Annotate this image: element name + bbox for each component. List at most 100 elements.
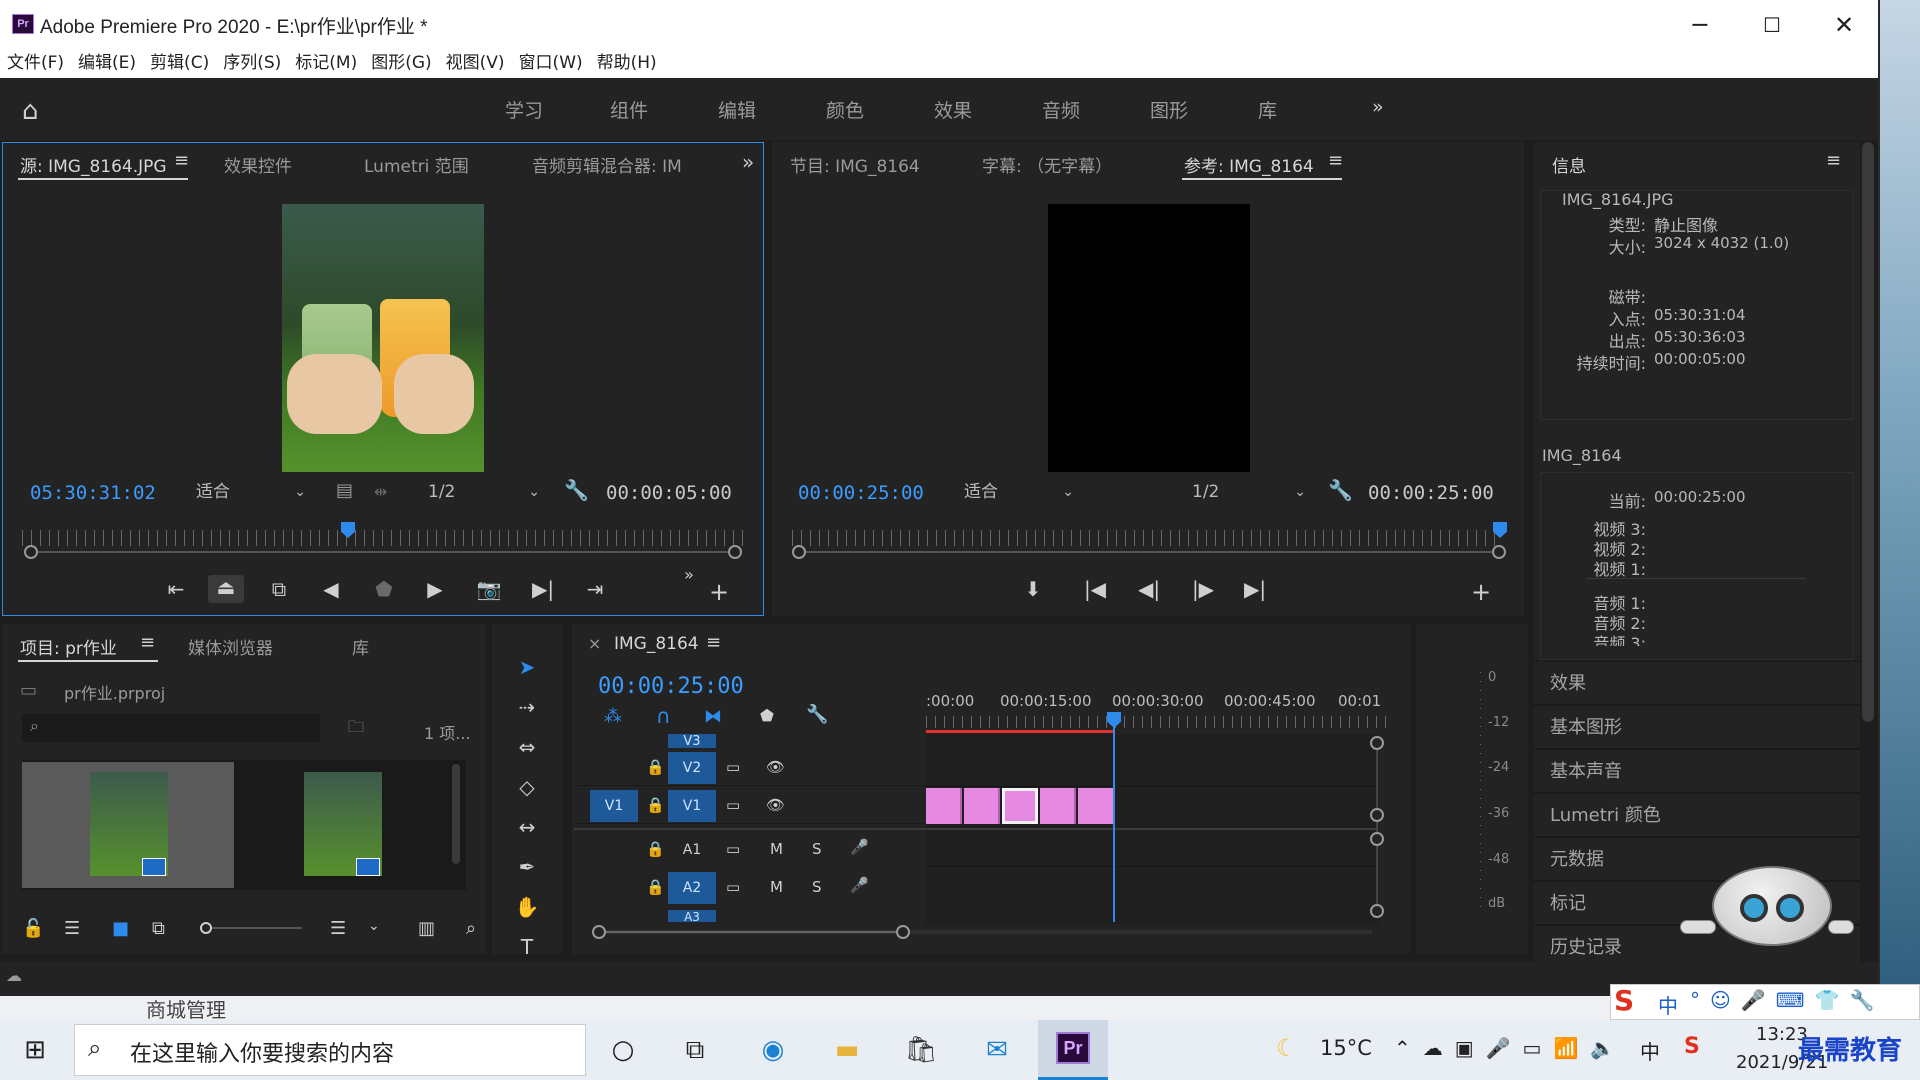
tab-program[interactable]: 节目: IMG_8164 — [790, 152, 920, 177]
sync-lock-icon[interactable]: ▭ — [726, 840, 740, 858]
type-tool-icon[interactable]: T — [512, 932, 542, 962]
panel-essential-graphics[interactable]: 基本图形 — [1534, 706, 1860, 750]
menu-graphics[interactable]: 图形(G) — [364, 50, 438, 76]
program-zoom-bar[interactable] — [800, 551, 1498, 553]
lock-icon[interactable]: 🔒 — [646, 796, 665, 814]
program-resolution-dropdown[interactable]: 1/2 ⌄ — [1184, 480, 1310, 504]
workspace-learn[interactable]: 学习 — [505, 96, 543, 123]
zoom-slider-handle[interactable] — [200, 922, 212, 934]
step-forward-icon[interactable]: ▶| — [526, 577, 560, 601]
chevron-down-icon[interactable]: ⌄ — [368, 918, 380, 934]
list-view-icon[interactable]: ☰ — [64, 918, 80, 939]
timeline-zoom-bar[interactable] — [598, 931, 904, 933]
workspace-libraries[interactable]: 库 — [1258, 96, 1277, 123]
cortana-icon[interactable]: ○ — [600, 1028, 646, 1072]
panel-menu-icon[interactable]: ≡ — [174, 150, 189, 171]
timeline-clip[interactable] — [964, 788, 1000, 824]
zoom-handle-left[interactable] — [592, 925, 606, 939]
step-forward-icon[interactable]: |▶ — [1186, 577, 1220, 601]
nest-icon[interactable]: ⁂ — [604, 706, 622, 727]
automate-icon[interactable]: ▥ — [418, 918, 435, 939]
tab-lumetri-scopes[interactable]: Lumetri 范围 — [364, 152, 469, 177]
ime-tools-icons[interactable]: °☺🎤⌨👕🔧 — [1690, 988, 1884, 1012]
close-tab-icon[interactable]: × — [588, 634, 601, 653]
weather-temperature[interactable]: 15°C — [1320, 1036, 1372, 1060]
tab-media-browser[interactable]: 媒体浏览器 — [188, 634, 273, 659]
workspace-color[interactable]: 颜色 — [826, 96, 864, 123]
menu-window[interactable]: 窗口(W) — [512, 50, 590, 76]
close-button[interactable]: ✕ — [1814, 10, 1874, 40]
mute-button[interactable]: M — [770, 840, 783, 858]
zoom-handle-left[interactable] — [24, 545, 38, 559]
mail-icon[interactable]: ✉ — [974, 1028, 1020, 1072]
file-explorer-icon[interactable]: ▬ — [824, 1028, 870, 1072]
weather-moon-icon[interactable]: ☾ — [1276, 1034, 1298, 1062]
microphone-icon[interactable]: 🎤 — [850, 876, 869, 894]
lift-marker-icon[interactable]: ⬇ — [1016, 577, 1050, 601]
project-item-sequence[interactable] — [304, 772, 382, 876]
timeline-ruler[interactable] — [926, 716, 1386, 728]
export-frame-icon[interactable]: 📷 — [472, 577, 506, 601]
track-v1-target[interactable]: V1 — [668, 790, 716, 822]
windows-start-icon[interactable]: ⊞ — [12, 1028, 58, 1072]
scroll-handle[interactable] — [1370, 736, 1384, 750]
razor-tool-icon[interactable]: ◇ — [512, 772, 542, 802]
menu-file[interactable]: 文件(F) — [0, 50, 71, 76]
workspace-overflow-icon[interactable]: » — [1372, 96, 1384, 118]
go-to-out-icon[interactable]: ▶| — [1238, 577, 1272, 601]
tabs-overflow-icon[interactable]: » — [742, 150, 754, 174]
pen-tool-icon[interactable]: ✒ — [512, 852, 542, 882]
zoom-handle-right[interactable] — [1492, 545, 1506, 559]
program-fit-dropdown[interactable]: 适合 ⌄ — [954, 480, 1078, 504]
zoom-handle-right[interactable] — [728, 545, 742, 559]
program-time-ruler[interactable] — [792, 530, 1502, 546]
right-scrollbar[interactable] — [1862, 142, 1874, 722]
timeline-timecode[interactable]: 00:00:25:00 — [598, 674, 744, 699]
menu-help[interactable]: 帮助(H) — [590, 50, 664, 76]
tab-project[interactable]: 项目: pr作业 — [20, 634, 117, 659]
source-fit-dropdown[interactable]: 适合 ⌄ — [186, 480, 310, 504]
snap-magnet-icon[interactable]: ∩ — [656, 704, 671, 728]
step-back-icon[interactable]: ◀ — [314, 577, 348, 601]
track-v3-target[interactable]: V3 — [668, 734, 716, 748]
overwrite-clip-icon[interactable]: ⧉ — [262, 577, 296, 601]
solo-button[interactable]: S — [812, 840, 822, 858]
panel-menu-icon[interactable]: ≡ — [1328, 150, 1343, 171]
mute-button[interactable]: M — [770, 878, 783, 896]
tab-reference[interactable]: 参考: IMG_8164 — [1184, 152, 1314, 177]
menu-edit[interactable]: 编辑(E) — [71, 50, 143, 76]
menu-sequence[interactable]: 序列(S) — [216, 50, 288, 76]
go-to-in-icon[interactable]: |◀ — [1078, 577, 1112, 601]
timeline-clip[interactable] — [1040, 788, 1076, 824]
premiere-taskbar-button[interactable]: Pr — [1038, 1020, 1108, 1080]
timeline-v-scroll[interactable] — [1376, 736, 1378, 916]
mark-in-icon[interactable]: ⇤ — [159, 577, 193, 601]
menu-clip[interactable]: 剪辑(C) — [143, 50, 216, 76]
source-zoom-bar[interactable] — [30, 551, 736, 553]
add-button-icon[interactable]: + — [702, 578, 736, 606]
minimize-button[interactable]: ─ — [1670, 10, 1730, 40]
add-marker-icon[interactable]: ⬟ — [760, 706, 774, 725]
icon-view-icon[interactable]: ■ — [112, 918, 129, 939]
ripple-edit-tool-icon[interactable]: ⇔ — [512, 732, 542, 762]
sync-settings-icon[interactable]: ☁ — [6, 966, 22, 985]
panel-essential-sound[interactable]: 基本声音 — [1534, 750, 1860, 794]
add-button-icon[interactable]: + — [1464, 578, 1498, 606]
zoom-slider-track[interactable] — [212, 927, 302, 929]
eye-icon[interactable]: 👁 — [766, 796, 785, 814]
tab-source[interactable]: 源: IMG_8164.JPG — [20, 152, 167, 177]
sogou-tray-icon[interactable]: S — [1684, 1034, 1700, 1059]
edge-browser-icon[interactable]: ◉ — [750, 1028, 796, 1072]
marker-icon[interactable]: ⬟ — [367, 577, 401, 601]
track-a1-target[interactable]: A1 — [668, 834, 716, 866]
tab-effect-controls[interactable]: 效果控件 — [224, 152, 292, 177]
track-select-tool-icon[interactable]: ⇢ — [512, 692, 542, 722]
scroll-handle[interactable] — [1370, 808, 1384, 822]
lock-icon[interactable]: 🔓 — [22, 918, 44, 939]
zoom-handle-right[interactable] — [896, 925, 910, 939]
eye-icon[interactable]: 👁 — [766, 758, 785, 776]
panel-lumetri-color[interactable]: Lumetri 颜色 — [1534, 794, 1860, 838]
store-icon[interactable]: 🛍 — [898, 1028, 944, 1072]
workspace-audio[interactable]: 音频 — [1042, 96, 1080, 123]
panel-effects[interactable]: 效果 — [1534, 662, 1860, 706]
